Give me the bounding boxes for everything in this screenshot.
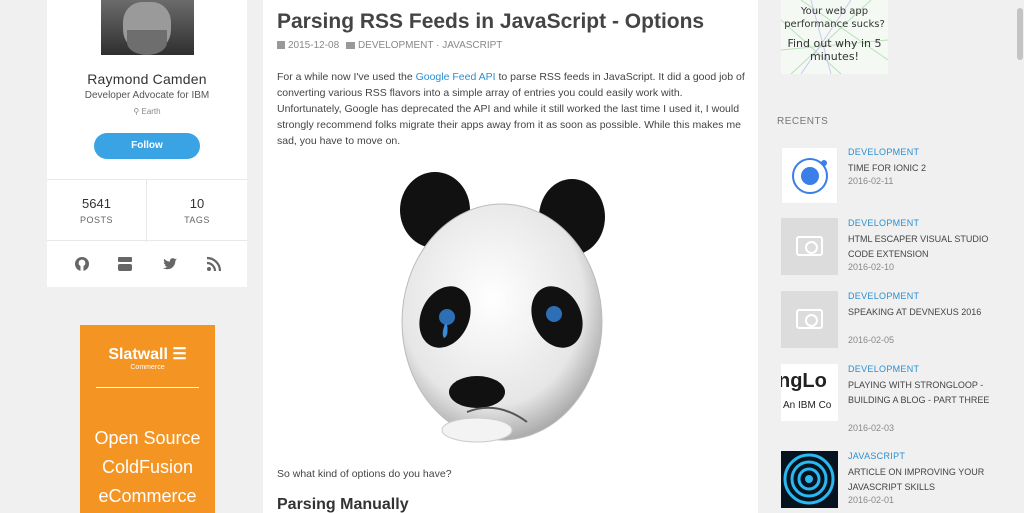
- article: Parsing RSS Feeds in JavaScript - Option…: [263, 0, 758, 513]
- tags-count: 10: [189, 196, 205, 211]
- avatar[interactable]: [101, 0, 194, 55]
- ad-line-3: eCommerce: [98, 486, 197, 506]
- calendar-icon: [277, 41, 285, 49]
- recent-category[interactable]: JAVASCRIPT: [848, 451, 905, 461]
- profile-card: Raymond Camden Developer Advocate for IB…: [47, 0, 247, 287]
- recent-post[interactable]: ngLo An IBM Co DEVELOPMENT PLAYING WITH …: [781, 364, 1011, 433]
- target-thumb[interactable]: [781, 451, 838, 508]
- ad-brand: Slatwall ☰: [108, 346, 187, 363]
- recent-date: 2016-02-10: [848, 262, 895, 272]
- github-icon[interactable]: [74, 256, 90, 272]
- youtube-icon[interactable]: [117, 256, 133, 272]
- location-text: Earth: [141, 107, 161, 116]
- recent-title[interactable]: PLAYING WITH STRONGLOOP - BUILDING A BLO…: [848, 378, 1003, 408]
- ad-text-3: Find out why in 5: [787, 37, 882, 50]
- scrollbar-track[interactable]: [1016, 0, 1024, 513]
- camera-icon: [796, 236, 823, 256]
- ad-text-1: Your web app: [800, 6, 869, 17]
- ad-line-1: Open Source: [94, 428, 201, 448]
- recent-date: 2016-02-03: [848, 423, 895, 433]
- sad-panda-image: [400, 172, 605, 443]
- rss-icon[interactable]: [206, 256, 222, 272]
- menu-lines-icon: ☰: [172, 346, 187, 363]
- profile-stats: 5641 POSTS 10 TAGS: [47, 179, 247, 242]
- placeholder-thumb[interactable]: [781, 218, 838, 275]
- recent-title[interactable]: TIME FOR IONIC 2: [848, 161, 1003, 176]
- profile-title: Developer Advocate for IBM: [84, 90, 210, 101]
- placeholder-thumb[interactable]: [781, 291, 838, 348]
- ionic-logo-thumb[interactable]: [781, 147, 838, 204]
- question-paragraph: So what kind of options do you have?: [277, 468, 452, 480]
- performance-ad[interactable]: Your web app performance sucks? Find out…: [781, 0, 888, 74]
- scrollbar-thumb[interactable]: [1017, 8, 1023, 60]
- recent-post[interactable]: DEVELOPMENT TIME FOR IONIC 2 2016-02-11: [781, 147, 1011, 207]
- twitter-icon[interactable]: [162, 256, 178, 272]
- posts-stat[interactable]: 5641 POSTS: [47, 180, 147, 242]
- google-feed-api-link[interactable]: Google Feed API: [416, 71, 496, 83]
- target-logo: [783, 453, 835, 505]
- posts-count: 5641: [82, 196, 111, 211]
- posts-label: POSTS: [79, 215, 113, 225]
- map-pin-icon: ⚲: [133, 107, 140, 116]
- recent-date: 2016-02-05: [848, 335, 895, 345]
- intro-text-start: For a while now I've used the: [277, 71, 416, 83]
- recent-title[interactable]: SPEAKING AT DEVNEXUS 2016: [848, 305, 1003, 320]
- recent-post[interactable]: DEVELOPMENT SPEAKING AT DEVNEXUS 2016 20…: [781, 291, 1011, 351]
- profile-location: ⚲ Earth: [47, 107, 247, 116]
- recent-post[interactable]: JAVASCRIPT ARTICLE ON IMPROVING YOUR JAV…: [781, 451, 1011, 511]
- ad-line-2: ColdFusion: [101, 457, 194, 477]
- camera-icon: [796, 309, 823, 329]
- recent-title[interactable]: HTML ESCAPER VISUAL STUDIO CODE EXTENSIO…: [848, 232, 1003, 262]
- post-date: 2015-12-08: [288, 40, 340, 51]
- recent-category[interactable]: DEVELOPMENT: [848, 364, 919, 374]
- profile-name[interactable]: Raymond Camden: [47, 71, 247, 87]
- recent-post[interactable]: DEVELOPMENT HTML ESCAPER VISUAL STUDIO C…: [781, 218, 1011, 278]
- recent-title[interactable]: ARTICLE ON IMPROVING YOUR JAVASCRIPT SKI…: [848, 465, 1003, 495]
- recents-heading: RECENTS: [777, 116, 829, 127]
- ad-brand-sub: Commerce: [130, 364, 165, 371]
- strongloop-logo-subtext: An IBM Co: [783, 400, 832, 411]
- follow-button[interactable]: Follow: [94, 133, 200, 159]
- slatwall-ad[interactable]: Slatwall ☰ Commerce Open Source ColdFusi…: [80, 325, 215, 513]
- section-heading: Parsing Manually: [277, 496, 409, 513]
- strongloop-thumb[interactable]: ngLo An IBM Co: [781, 364, 838, 421]
- folder-icon: [345, 42, 355, 49]
- tags-label: TAGS: [184, 215, 210, 225]
- post-categories[interactable]: DEVELOPMENT · JAVASCRIPT: [358, 40, 502, 51]
- recent-category[interactable]: DEVELOPMENT: [848, 147, 919, 157]
- post-title[interactable]: Parsing RSS Feeds in JavaScript - Option…: [277, 10, 704, 34]
- ionic-logo: [792, 158, 828, 194]
- social-links: [47, 241, 247, 287]
- post-meta: 2015-12-08 DEVELOPMENT · JAVASCRIPT: [277, 40, 502, 51]
- ad-text-4: minutes!: [810, 50, 859, 63]
- intro-paragraph: For a while now I've used the Google Fee…: [277, 69, 747, 149]
- ad-text-2: performance sucks?: [784, 19, 885, 30]
- recent-date: 2016-02-11: [848, 176, 894, 186]
- recent-category[interactable]: DEVELOPMENT: [848, 291, 919, 301]
- ad-divider: [96, 387, 199, 388]
- recent-date: 2016-02-01: [848, 495, 895, 505]
- strongloop-logo-text: ngLo: [781, 370, 827, 392]
- tags-stat[interactable]: 10 TAGS: [147, 180, 247, 242]
- recent-category[interactable]: DEVELOPMENT: [848, 218, 919, 228]
